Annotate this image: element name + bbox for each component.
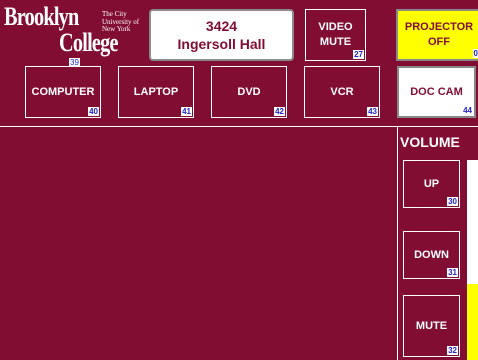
source-laptop-button[interactable]: LAPTOP 41 bbox=[118, 66, 194, 118]
projector-off-number: 0 bbox=[472, 49, 478, 58]
video-mute-button[interactable]: VIDEO MUTE 27 bbox=[305, 9, 366, 61]
volume-up-number: 30 bbox=[447, 197, 458, 206]
volume-mute-button[interactable]: MUTE 32 bbox=[403, 295, 460, 357]
source-vcr-label: VCR bbox=[330, 85, 354, 98]
source-vcr-button[interactable]: VCR 43 bbox=[304, 66, 380, 118]
source-dvd-number: 42 bbox=[274, 107, 285, 116]
projector-off-label: PROJECTOR OFF bbox=[404, 21, 474, 48]
source-doc-cam-button[interactable]: DOC CAM 44 bbox=[397, 66, 476, 118]
logo-line1: Brooklyn bbox=[4, 2, 79, 31]
source-laptop-label: LAPTOP bbox=[133, 85, 179, 98]
source-doc-cam-number: 44 bbox=[462, 106, 473, 115]
vertical-divider bbox=[397, 126, 398, 360]
source-computer-number: 40 bbox=[88, 107, 99, 116]
logo-line2: College bbox=[59, 28, 119, 57]
room-number: 3424 bbox=[205, 18, 238, 34]
horizontal-divider bbox=[0, 126, 478, 127]
video-mute-number: 27 bbox=[353, 50, 364, 59]
room-name: Ingersoll Hall bbox=[177, 36, 266, 52]
volume-title: VOLUME bbox=[400, 134, 460, 150]
source-computer-button[interactable]: COMPUTER 40 bbox=[25, 66, 101, 118]
volume-down-label: DOWN bbox=[414, 248, 449, 261]
volume-mute-number: 32 bbox=[447, 346, 458, 355]
source-dvd-label: DVD bbox=[237, 85, 261, 98]
volume-down-number: 31 bbox=[447, 268, 458, 277]
source-dvd-button[interactable]: DVD 42 bbox=[211, 66, 287, 118]
volume-up-label: UP bbox=[423, 177, 440, 190]
volume-level-fill bbox=[467, 284, 478, 360]
projector-off-button[interactable]: PROJECTOR OFF 0 bbox=[396, 9, 478, 61]
volume-mute-label: MUTE bbox=[415, 319, 448, 332]
volume-down-button[interactable]: DOWN 31 bbox=[403, 231, 460, 279]
video-mute-label: VIDEO MUTE bbox=[318, 21, 353, 48]
brooklyn-college-logo: Brooklyn The City University of New York… bbox=[4, 2, 144, 67]
source-doc-cam-label: DOC CAM bbox=[410, 85, 463, 98]
source-computer-label: COMPUTER bbox=[31, 85, 95, 98]
source-laptop-number: 41 bbox=[181, 107, 192, 116]
room-display: 3424 Ingersoll Hall bbox=[149, 9, 294, 61]
volume-up-button[interactable]: UP 30 bbox=[403, 160, 460, 208]
source-vcr-number: 43 bbox=[367, 107, 378, 116]
